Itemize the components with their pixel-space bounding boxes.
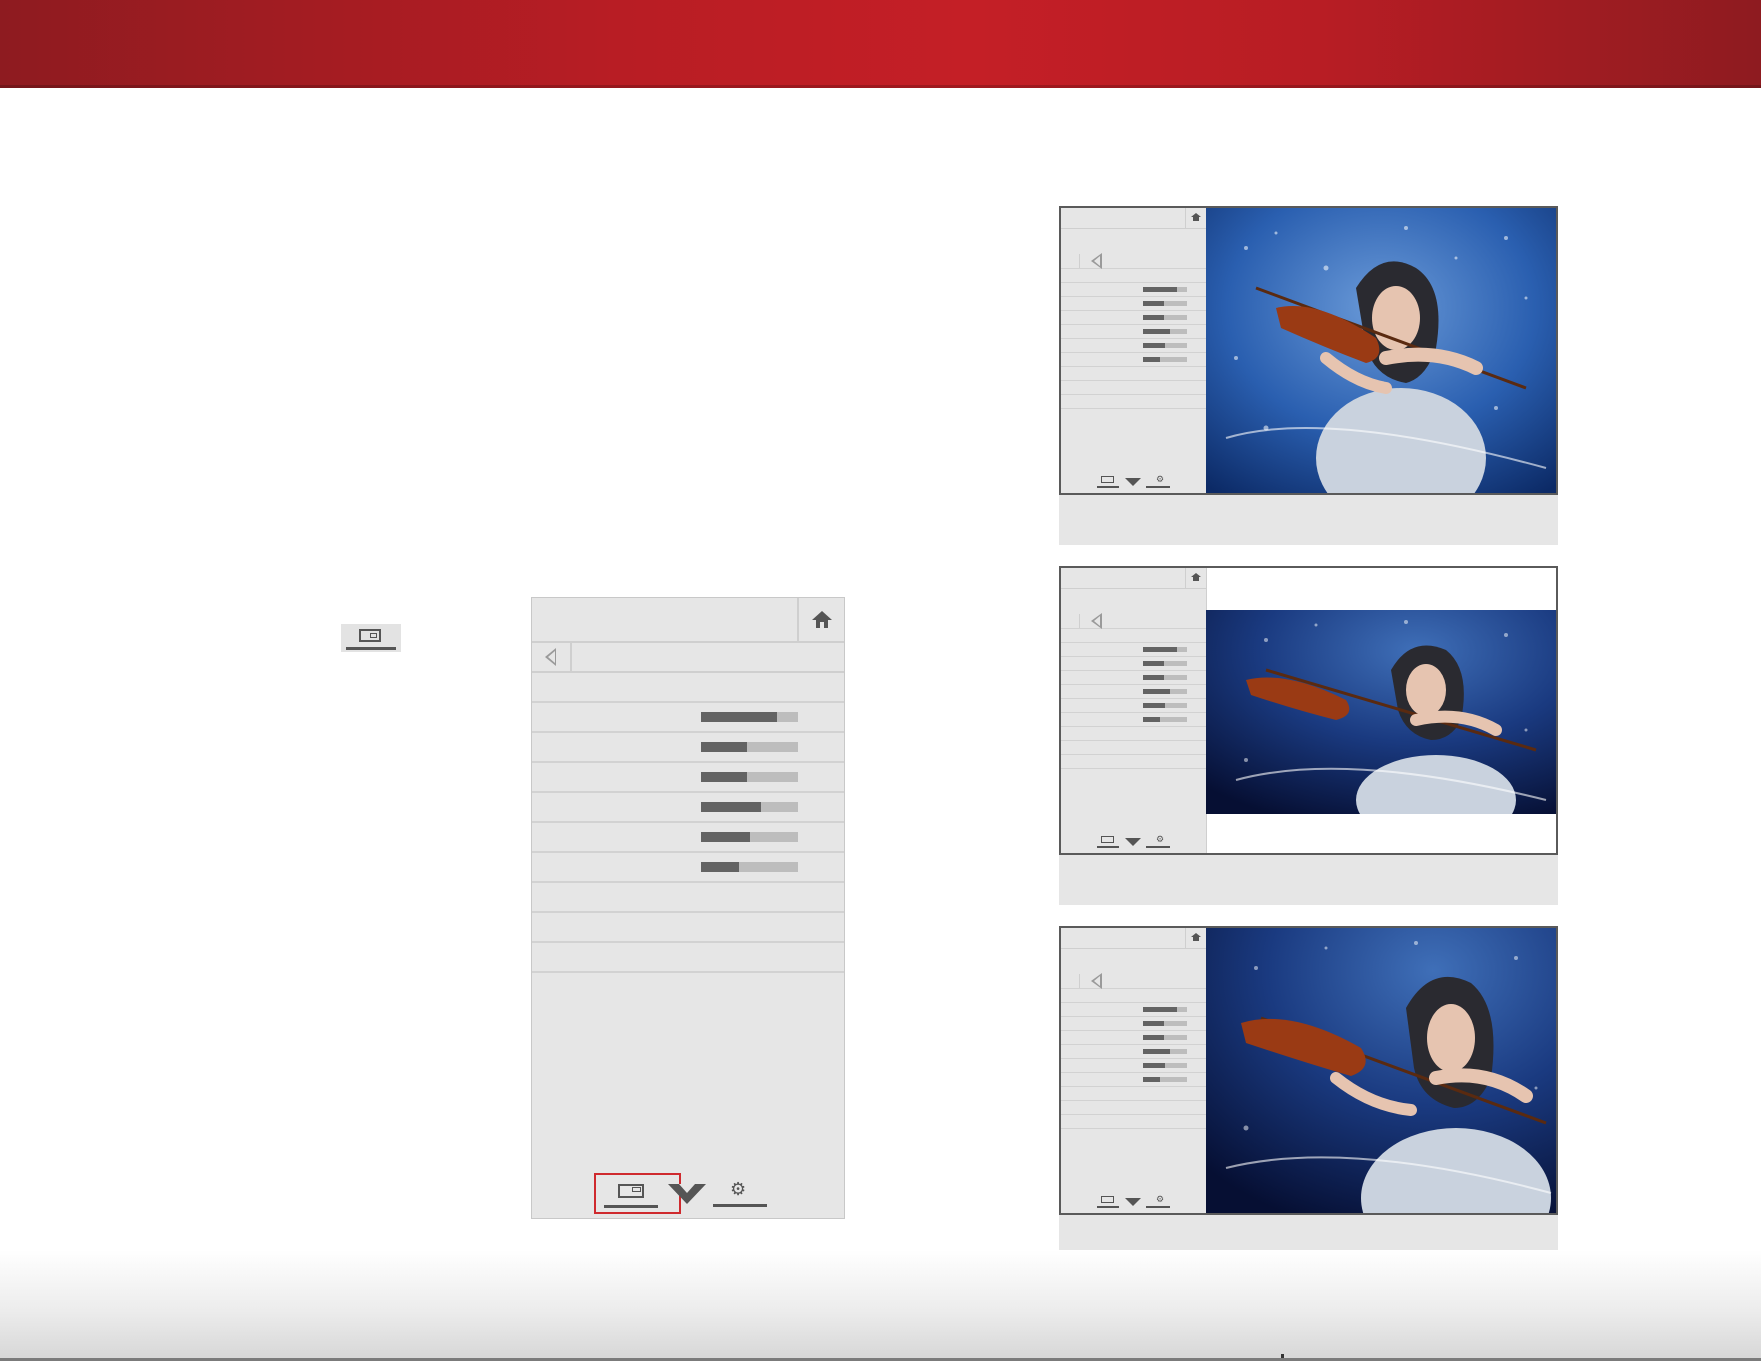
back-arrow-icon: [1091, 613, 1102, 629]
footer-band: [0, 1250, 1761, 1361]
mini-slider: [1143, 689, 1187, 694]
caption-letterbox: [1059, 855, 1558, 905]
page-marker: [1281, 1354, 1284, 1358]
mini-slider: [1143, 717, 1187, 722]
mini-slider: [1143, 1049, 1187, 1054]
home-icon: [1185, 928, 1206, 948]
mini-slider: [1143, 647, 1187, 652]
menu-header: [532, 598, 844, 643]
input-screen-icon: [618, 1184, 644, 1198]
settings-underline: [713, 1204, 767, 1207]
mini-slider: [1143, 1077, 1187, 1082]
header-band: [0, 0, 1761, 88]
back-arrow-icon: [545, 648, 556, 666]
example-screen-full: ⚙: [1059, 206, 1558, 495]
mini-slider: [1143, 1035, 1187, 1040]
home-button[interactable]: [797, 598, 844, 641]
mini-menu: ⚙: [1061, 568, 1207, 853]
home-icon: [812, 611, 832, 629]
menu-back-row: [532, 643, 844, 673]
menu-row-slider[interactable]: [532, 853, 844, 883]
mini-slider: [1143, 343, 1187, 348]
violinist-image: [1206, 928, 1556, 1213]
violinist-image: [1206, 208, 1556, 493]
violinist-illustration: [1206, 610, 1556, 814]
mini-slider: [1143, 703, 1187, 708]
back-arrow-icon: [1091, 973, 1102, 989]
mini-slider: [1143, 315, 1187, 320]
menu-row[interactable]: [532, 913, 844, 943]
settings-menu-panel: ⚙: [531, 597, 845, 1219]
v-chevron-icon[interactable]: [668, 1184, 706, 1204]
input-button[interactable]: [604, 1178, 660, 1212]
menu-row-slider[interactable]: [532, 733, 844, 763]
menu-row-slider[interactable]: [532, 763, 844, 793]
input-underline: [604, 1205, 658, 1208]
violinist-illustration: [1206, 928, 1556, 1213]
menu-row-slider[interactable]: [532, 793, 844, 823]
home-icon: [1185, 208, 1206, 228]
mini-slider: [1143, 1007, 1187, 1012]
violinist-image: [1206, 610, 1556, 814]
mini-slider: [1143, 329, 1187, 334]
mini-slider: [1143, 301, 1187, 306]
mini-slider: [1143, 1021, 1187, 1026]
mini-slider: [1143, 287, 1187, 292]
level-slider[interactable]: [701, 832, 798, 842]
menu-row-slider[interactable]: [532, 823, 844, 853]
violinist-illustration: [1206, 208, 1556, 493]
back-button[interactable]: [532, 643, 572, 671]
mini-slider: [1143, 675, 1187, 680]
level-slider[interactable]: [701, 742, 798, 752]
caption-full: [1059, 495, 1558, 545]
input-icon: [341, 624, 401, 652]
home-icon: [1185, 568, 1206, 588]
mini-slider: [1143, 357, 1187, 362]
menu-row[interactable]: [532, 883, 844, 913]
mini-menu: ⚙: [1061, 928, 1207, 1213]
menu-row[interactable]: [532, 943, 844, 973]
input-screen-glyph: [359, 629, 381, 642]
level-slider[interactable]: [701, 712, 798, 722]
input-underline: [346, 647, 396, 650]
menu-row-slider[interactable]: [532, 703, 844, 733]
level-slider[interactable]: [701, 802, 798, 812]
mini-menu: ⚙: [1061, 208, 1207, 493]
example-screen-stretch: ⚙: [1059, 926, 1558, 1215]
level-slider[interactable]: [701, 862, 798, 872]
level-slider[interactable]: [701, 772, 798, 782]
back-arrow-icon: [1091, 253, 1102, 269]
menu-row[interactable]: [532, 673, 844, 703]
gear-icon[interactable]: ⚙: [730, 1181, 746, 1199]
mini-slider: [1143, 1063, 1187, 1068]
mini-slider: [1143, 661, 1187, 666]
example-screen-letterbox: ⚙: [1059, 566, 1558, 855]
